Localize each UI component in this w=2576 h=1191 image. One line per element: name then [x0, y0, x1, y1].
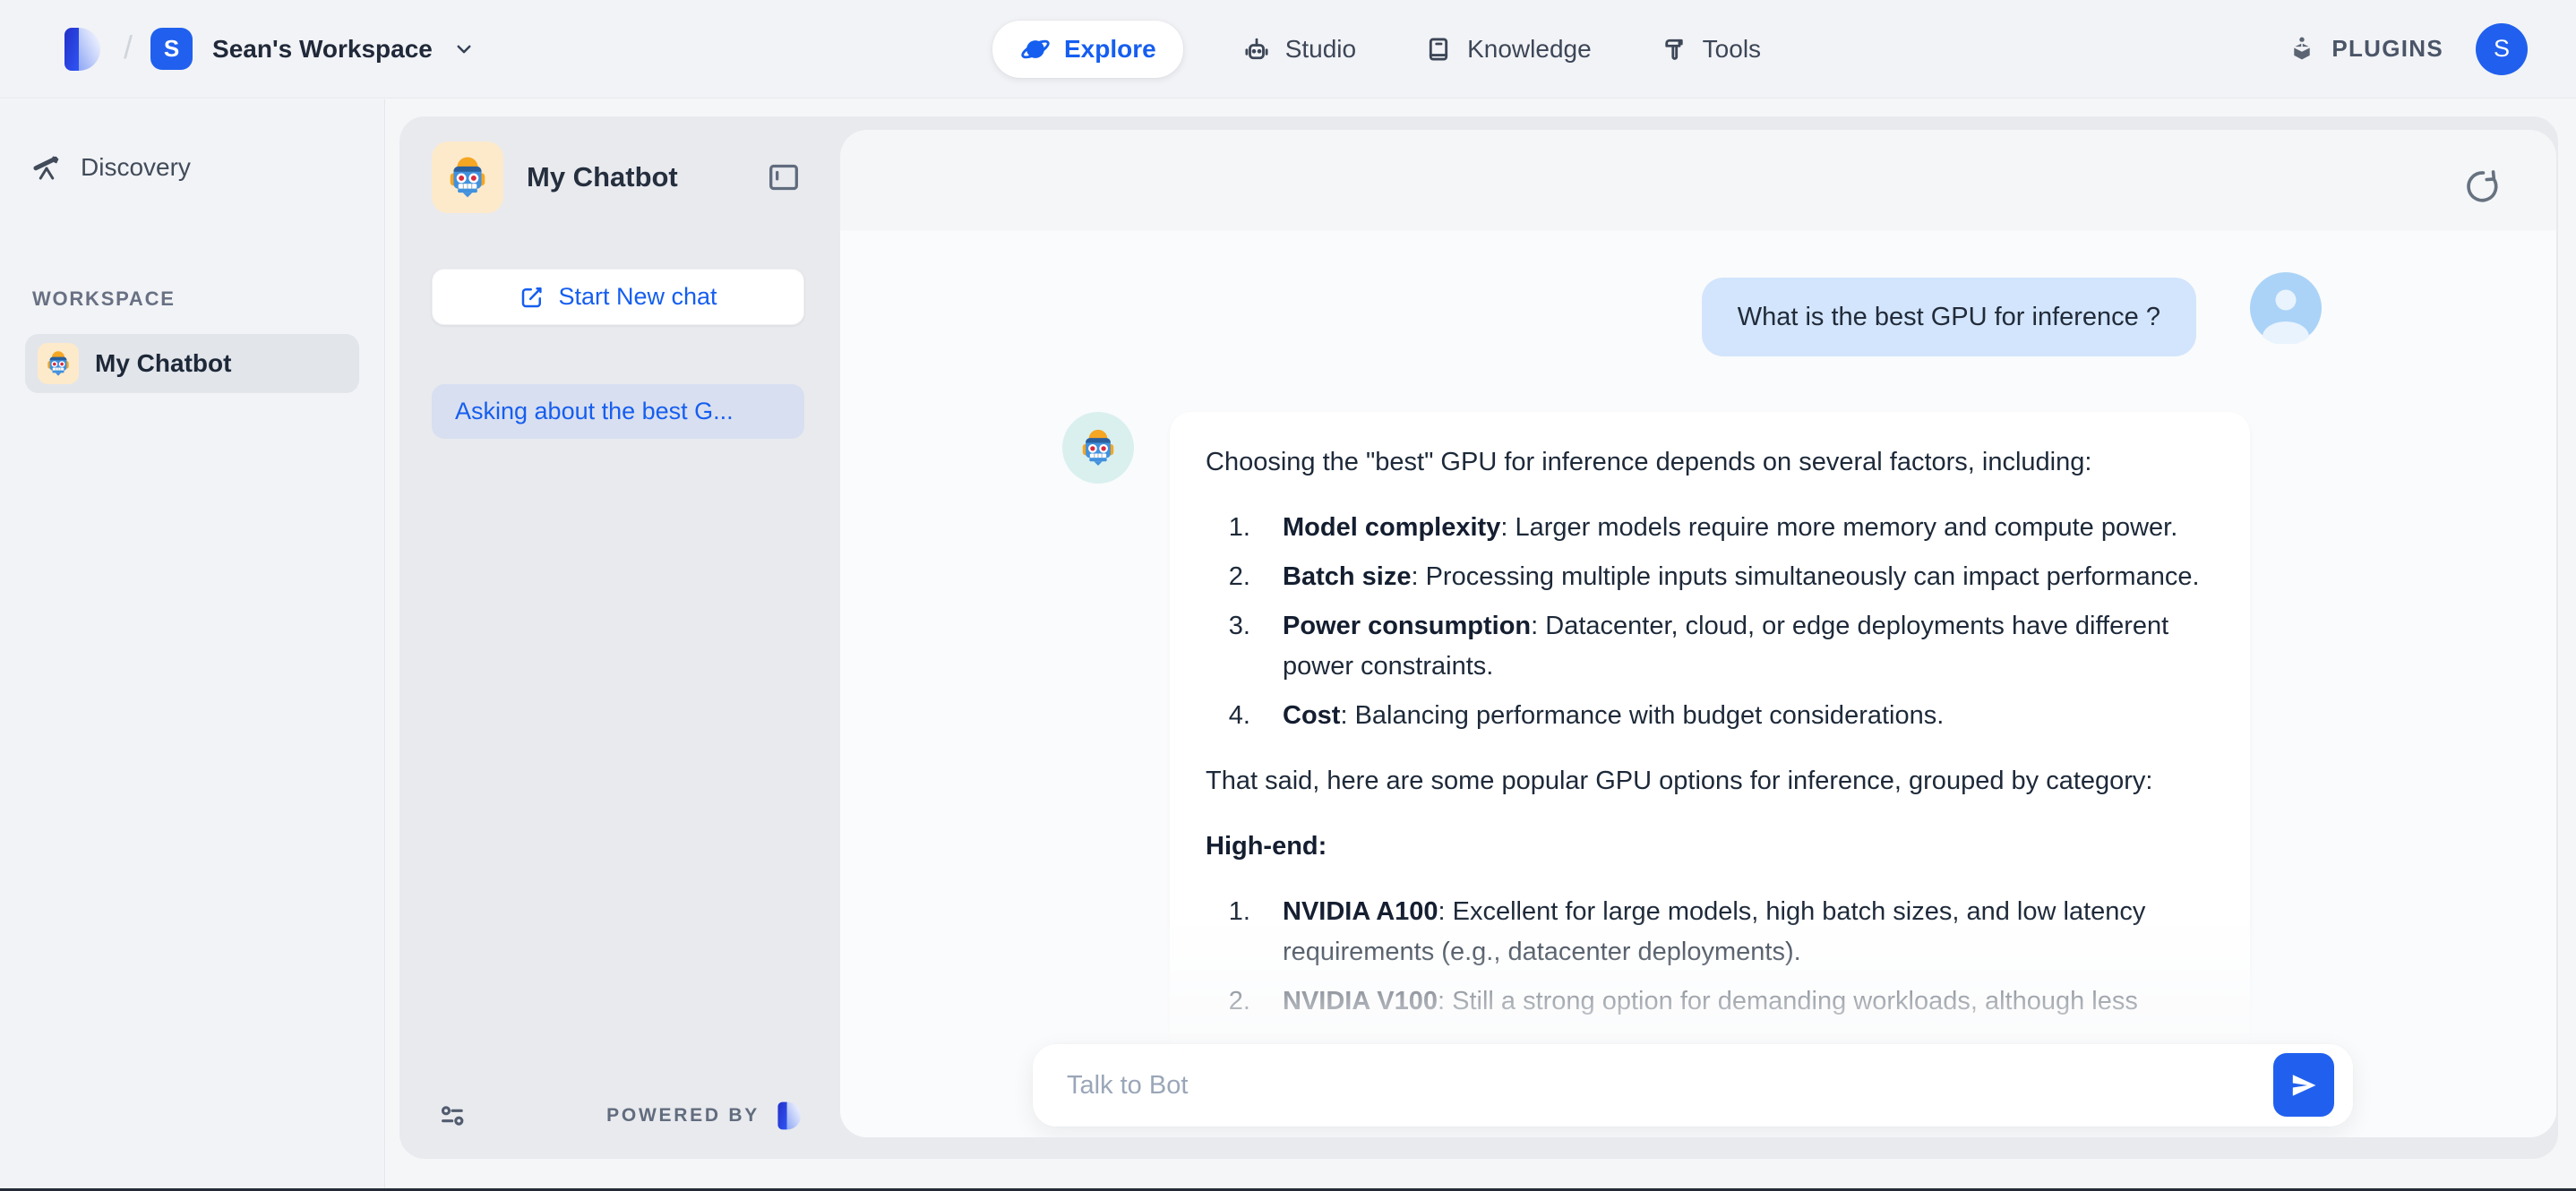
- bot-avatar: [1062, 412, 1134, 484]
- app-icon-tile: [38, 343, 79, 384]
- robot-emoji-icon: [43, 348, 73, 379]
- bot-gpus-list: NVIDIA A100: Excellent for large models,…: [1206, 892, 2214, 1022]
- sidebar-item-my-chatbot[interactable]: My Chatbot: [25, 334, 359, 393]
- dify-logo-icon[interactable]: [56, 23, 106, 75]
- telescope-icon: [30, 151, 63, 184]
- user-message-bubble: What is the best GPU for inference ?: [1702, 278, 2196, 356]
- nav-tab-knowledge[interactable]: Knowledge: [1413, 21, 1601, 78]
- nav-label: Tools: [1703, 35, 1761, 64]
- plugins-label: PLUGINS: [2331, 35, 2443, 63]
- chat-input-bar: [1033, 1044, 2353, 1127]
- start-new-chat-label: Start New chat: [558, 283, 717, 311]
- main-nav: Explore Studio Knowledge: [992, 21, 1770, 78]
- top-header: / S Sean's Workspace Explore Studio: [0, 0, 2576, 99]
- nav-label: Explore: [1064, 35, 1156, 64]
- discovery-label: Discovery: [81, 153, 191, 182]
- sliders-icon: [435, 1098, 471, 1134]
- chat-app-container: My Chatbot Start New chat Asking abou: [399, 116, 2558, 1159]
- panel-collapse-icon: [764, 158, 803, 197]
- account-avatar[interactable]: S: [2476, 23, 2528, 75]
- chat-settings-button[interactable]: [434, 1096, 473, 1135]
- robot-emoji-icon: [1076, 425, 1121, 470]
- book-icon: [1422, 33, 1455, 65]
- workspace-avatar[interactable]: S: [150, 28, 193, 70]
- send-button[interactable]: [2273, 1053, 2334, 1117]
- robot-head-icon: [1241, 33, 1273, 65]
- start-new-chat-button[interactable]: Start New chat: [432, 269, 804, 325]
- hammer-icon: [1658, 33, 1690, 65]
- bot-message-row: Choosing the "best" GPU for inference de…: [1062, 412, 2322, 1083]
- user-message-row: What is the best GPU for inference ?: [1062, 272, 2322, 356]
- conversation-label: Asking about the best G...: [455, 398, 734, 425]
- user-avatar: [2250, 272, 2322, 344]
- nav-label: Knowledge: [1467, 35, 1592, 64]
- powered-by-label: POWERED BY: [606, 1105, 760, 1127]
- bot-message-card: Choosing the "best" GPU for inference de…: [1170, 412, 2250, 1083]
- bot-list-item: Batch size: Processing multiple inputs s…: [1258, 557, 2214, 597]
- chat-sidebar: My Chatbot Start New chat Asking abou: [399, 116, 840, 1159]
- chat-panel-title: My Chatbot: [527, 161, 678, 193]
- bot-list-item: Power consumption: Datacenter, cloud, or…: [1258, 606, 2214, 687]
- workspace-section-label: WORKSPACE: [32, 287, 384, 311]
- nav-tab-explore[interactable]: Explore: [992, 21, 1183, 78]
- robot-emoji-icon: [442, 152, 493, 202]
- collapse-sidebar-button[interactable]: [763, 157, 804, 198]
- edit-icon: [519, 284, 545, 311]
- bot-list-item: NVIDIA V100: Still a strong option for d…: [1258, 981, 2214, 1022]
- plugins-box-icon: [2285, 32, 2319, 66]
- chatbot-app-icon: [432, 141, 503, 213]
- chat-main-panel: What is the best GPU for inference ? Cho…: [840, 130, 2556, 1137]
- chat-input[interactable]: [1033, 1044, 2353, 1127]
- sidebar-item-discovery[interactable]: Discovery: [30, 151, 384, 184]
- app-sidebar: Discovery WORKSPACE My Chatbot: [0, 99, 385, 1191]
- message-list: What is the best GPU for inference ? Cho…: [840, 130, 2556, 1137]
- bot-list-item: NVIDIA A100: Excellent for large models,…: [1258, 892, 2214, 973]
- powered-by: POWERED BY: [606, 1099, 804, 1133]
- explore-content: My Chatbot Start New chat Asking abou: [386, 99, 2576, 1191]
- sidebar-item-label: My Chatbot: [95, 349, 231, 378]
- dify-logo-icon: [772, 1099, 804, 1133]
- bot-list-item: Cost: Balancing performance with budget …: [1258, 696, 2214, 736]
- conversation-item[interactable]: Asking about the best G...: [432, 384, 804, 439]
- nav-tab-studio[interactable]: Studio: [1232, 21, 1365, 78]
- bot-transition: That said, here are some popular GPU opt…: [1206, 761, 2214, 801]
- refresh-icon: [2460, 166, 2501, 207]
- bot-list-item: Model complexity: Larger models require …: [1258, 508, 2214, 548]
- plugins-button[interactable]: PLUGINS: [2285, 32, 2443, 66]
- breadcrumb-separator: /: [124, 29, 133, 66]
- user-message-text: What is the best GPU for inference ?: [1738, 303, 2160, 332]
- nav-label: Studio: [1285, 35, 1356, 64]
- bot-intro: Choosing the "best" GPU for inference de…: [1206, 442, 2214, 483]
- send-icon: [2288, 1070, 2319, 1101]
- chevron-down-icon[interactable]: [451, 36, 477, 63]
- restart-chat-button[interactable]: [2460, 166, 2501, 207]
- workspace-name[interactable]: Sean's Workspace: [212, 35, 433, 64]
- bot-factors-list: Model complexity: Larger models require …: [1206, 508, 2214, 736]
- nav-tab-tools[interactable]: Tools: [1649, 21, 1770, 78]
- planet-icon: [1019, 33, 1052, 65]
- bot-category-heading: High-end:: [1206, 827, 2214, 867]
